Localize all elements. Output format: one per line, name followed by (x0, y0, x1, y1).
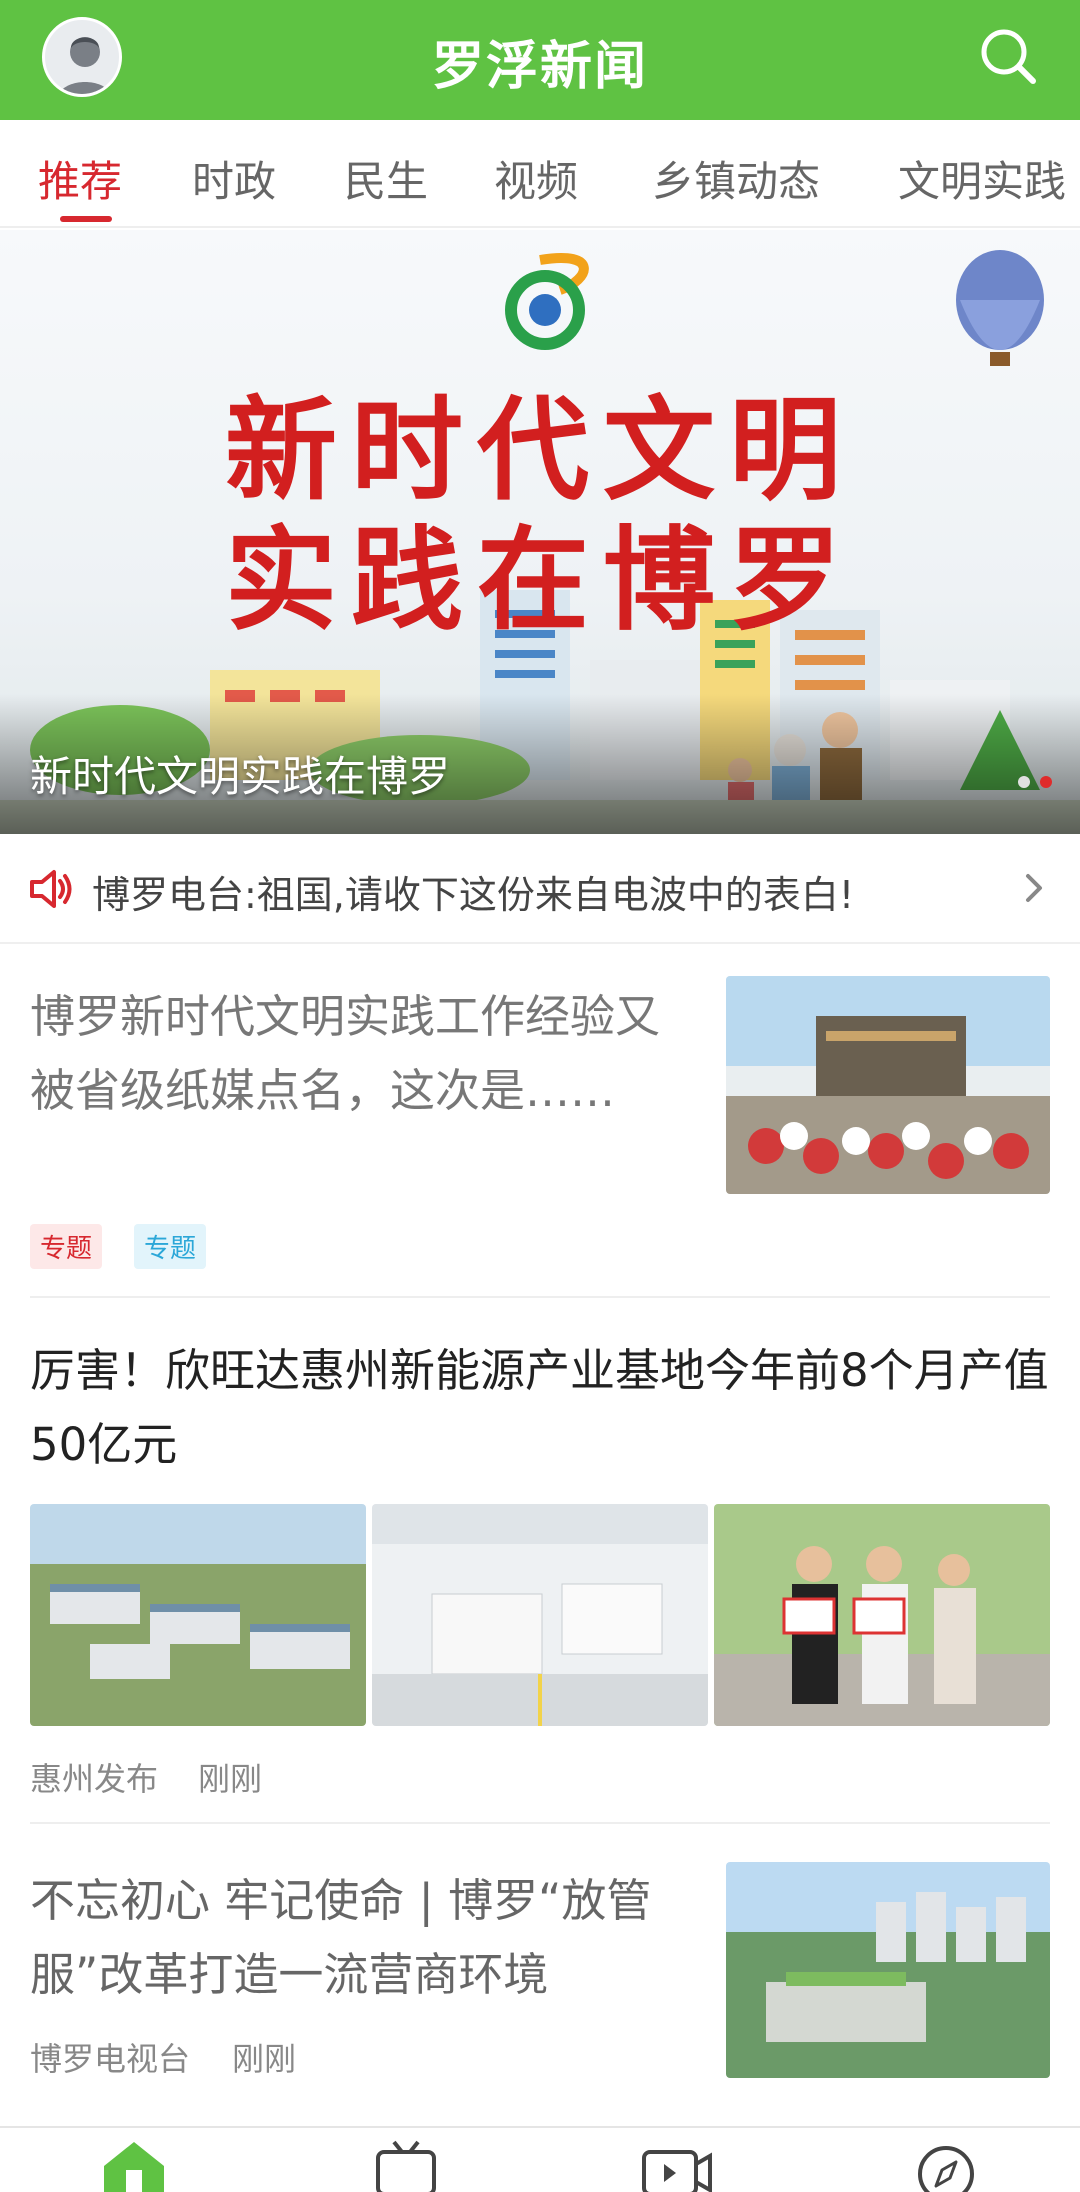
article-time: 刚刚 (232, 2040, 297, 2078)
tab-civilization[interactable]: 文明实践 (898, 148, 1066, 209)
tab-recommend[interactable]: 推荐 (38, 148, 122, 209)
banner-headline-line2: 实践在博罗 (225, 516, 855, 646)
article-title: 博罗新时代文明实践工作经验又被省级纸媒点名，这次是…… (30, 990, 661, 1117)
banner-caption: 新时代文明实践在博罗 (30, 752, 451, 801)
category-tabs: 推荐 时政 民生 视频 乡镇动态 文明实践 (0, 120, 1080, 228)
nav-video[interactable] (636, 2138, 716, 2192)
speaker-icon (30, 870, 72, 908)
carousel-dot[interactable] (1018, 776, 1030, 788)
city-aerial-image (726, 1862, 1050, 2078)
home-icon (104, 2142, 164, 2192)
building-crowd-image (726, 976, 1050, 1194)
article-thumbnail (726, 976, 1050, 1194)
notice-bar[interactable]: 博罗电台:祖国,请收下这份来自电波中的表白! (0, 834, 1080, 944)
nav-discover[interactable] (906, 2138, 986, 2192)
nav-home[interactable] (94, 2138, 174, 2192)
notice-text: 博罗电台:祖国,请收下这份来自电波中的表白! (92, 873, 855, 917)
chevron-right-icon (1026, 874, 1042, 902)
search-button[interactable] (976, 24, 1040, 88)
tab-politics[interactable]: 时政 (192, 148, 276, 209)
tab-video[interactable]: 视频 (494, 148, 578, 209)
people-holding-signs-image (714, 1504, 1050, 1726)
compass-icon (918, 2146, 974, 2192)
industrial-park-image (30, 1504, 366, 1726)
article-image-3 (714, 1504, 1050, 1726)
bottom-navigation (0, 2126, 1080, 2192)
tv-icon (376, 2140, 436, 2192)
factory-floor-image (372, 1504, 708, 1726)
article-time: 刚刚 (198, 1760, 263, 1798)
article-image-2 (372, 1504, 708, 1726)
article-thumbnail (726, 1862, 1050, 2078)
article-image-1 (30, 1504, 366, 1726)
divider (30, 1822, 1050, 1824)
article-title: 厉害！欣旺达惠州新能源产业基地今年前8个月产值50亿元 (30, 1344, 1049, 1471)
app-title: 罗浮新闻 (431, 37, 648, 97)
hero-banner[interactable]: 新时代文明 实践在博罗 新时代文明实践在博罗 (0, 230, 1080, 834)
topic-tag[interactable]: 专题 (134, 1224, 207, 1269)
topic-tag[interactable]: 专题 (30, 1224, 103, 1269)
video-icon (642, 2150, 712, 2192)
nav-tv[interactable] (366, 2138, 446, 2192)
app-header: 罗浮新闻 (0, 0, 1080, 120)
article-source: 惠州发布 (30, 1760, 159, 1798)
hot-air-balloon (956, 250, 1044, 366)
tab-town-news[interactable]: 乡镇动态 (652, 148, 820, 209)
banner-logo (505, 253, 589, 350)
carousel-dot-active[interactable] (1040, 776, 1052, 788)
active-tab-indicator (60, 216, 112, 222)
article-title: 不忘初心 牢记使命 | 博罗“放管服”改革打造一流营商环境 (30, 1874, 652, 2001)
article-source: 博罗电视台 (30, 2040, 191, 2078)
divider (30, 1296, 1050, 1298)
tab-livelihood[interactable]: 民生 (344, 148, 428, 209)
search-icon (981, 29, 1036, 84)
